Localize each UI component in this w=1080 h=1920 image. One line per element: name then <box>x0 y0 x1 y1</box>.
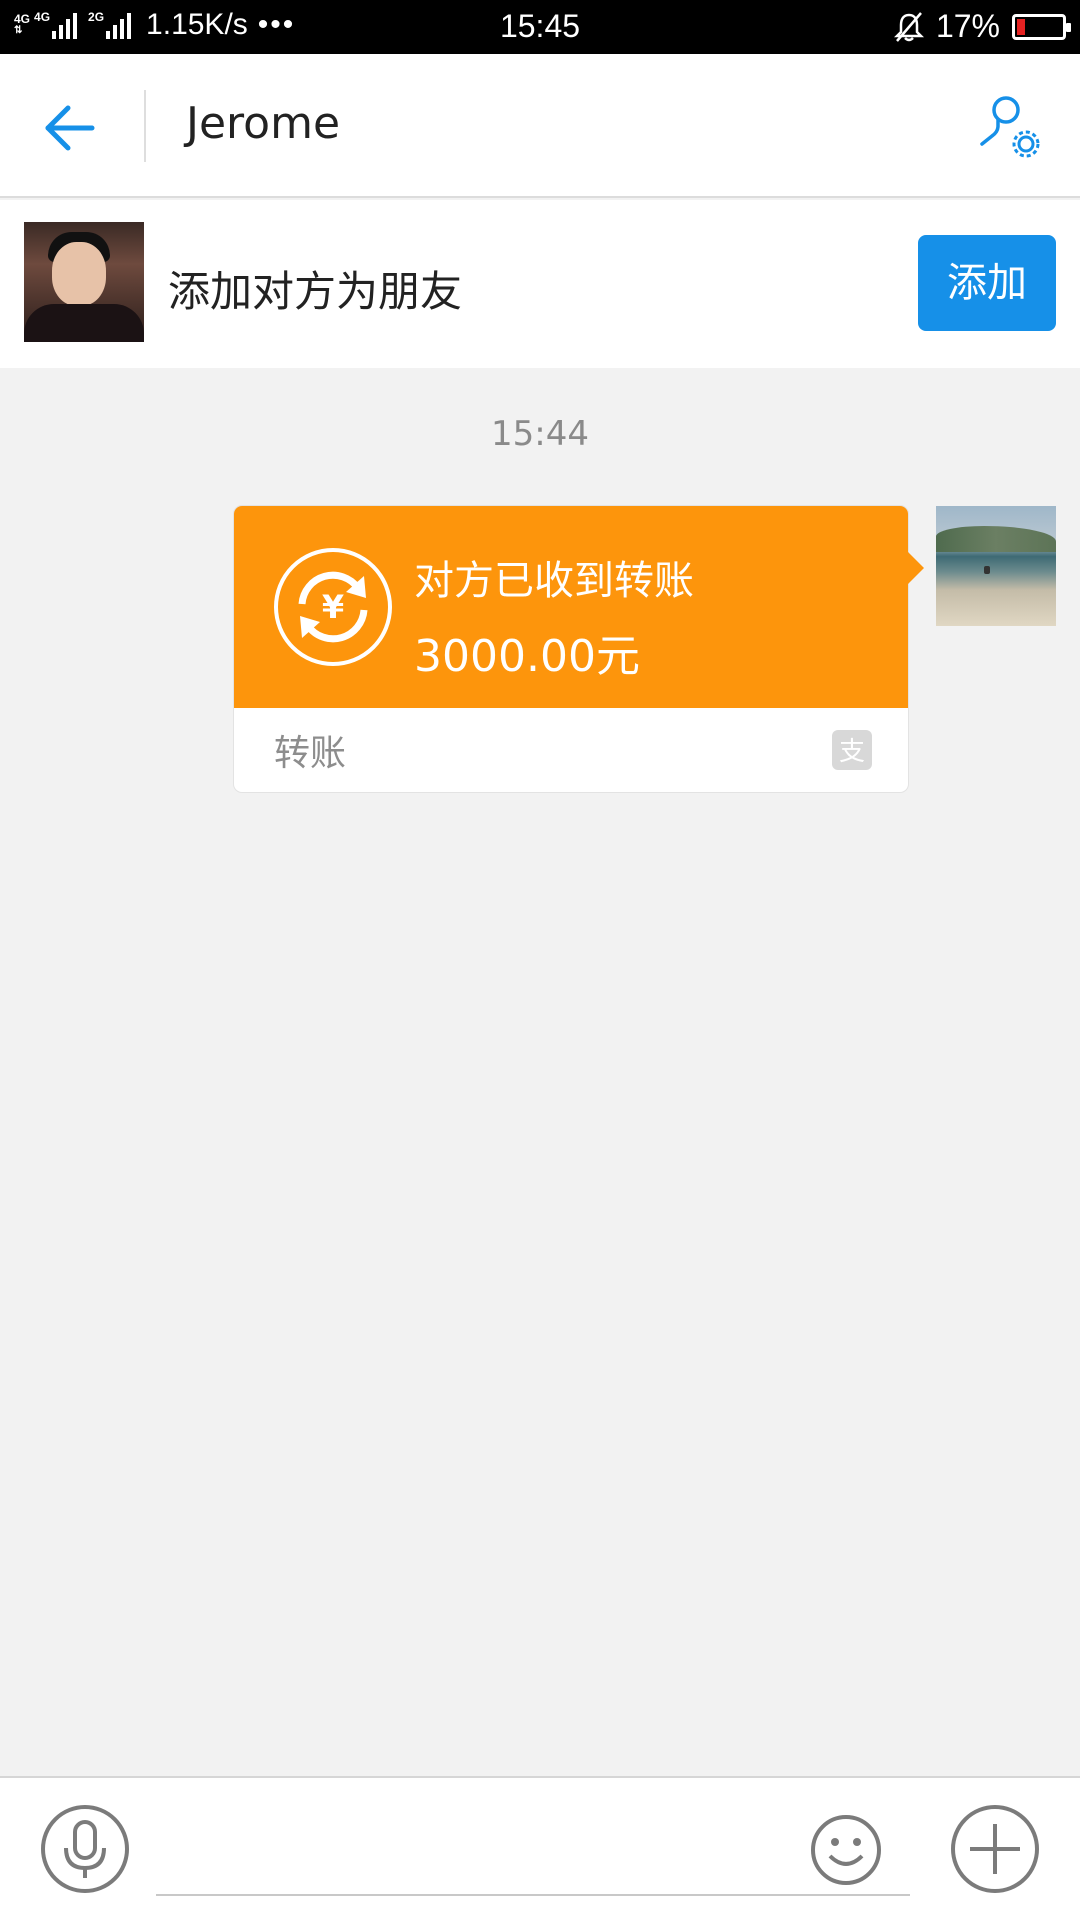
svg-text:¥: ¥ <box>322 588 344 626</box>
contact-settings-button[interactable] <box>976 92 1046 162</box>
message-input[interactable] <box>156 1798 910 1896</box>
chat-screen: 4G ⇅ 4G 2G 1.15K/s ••• 15:45 17% Jerome … <box>0 0 1080 1920</box>
transfer-yuan-icon: ¥ <box>274 548 392 666</box>
page-title: Jerome <box>186 98 341 149</box>
transfer-bubble-header: ¥ 对方已收到转账 3000.00元 <box>234 506 908 708</box>
status-right: 17% <box>893 8 1071 45</box>
my-avatar[interactable] <box>936 506 1056 626</box>
transfer-status: 对方已收到转账 <box>414 558 694 604</box>
transfer-label: 转账 <box>274 733 347 774</box>
transfer-message-bubble[interactable]: ¥ 对方已收到转账 3000.00元 转账 支 <box>234 506 924 792</box>
message-timestamp: 15:44 <box>491 414 589 454</box>
transfer-amount: 3000.00元 <box>414 631 640 682</box>
alarm-off-icon <box>893 11 924 42</box>
emoji-button[interactable] <box>810 1814 882 1886</box>
alipay-icon: 支 <box>832 730 872 770</box>
contact-settings-icon <box>980 96 1040 158</box>
back-button[interactable] <box>40 98 100 158</box>
voice-button[interactable] <box>40 1804 130 1894</box>
smiley-icon <box>811 1815 881 1885</box>
more-actions-button[interactable] <box>950 1804 1040 1894</box>
add-friend-text: 添加对方为朋友 <box>168 267 463 316</box>
svg-text:支: 支 <box>839 737 865 767</box>
arrow-left-icon <box>45 105 95 151</box>
header-divider <box>144 90 146 162</box>
input-bar <box>0 1776 1080 1920</box>
bubble-tail <box>908 552 924 584</box>
status-bar: 4G ⇅ 4G 2G 1.15K/s ••• 15:45 17% <box>0 0 1080 54</box>
contact-avatar[interactable] <box>24 222 144 342</box>
battery-percent: 17% <box>935 8 1000 44</box>
chat-header: Jerome <box>0 54 1080 198</box>
add-friend-button[interactable]: 添加 <box>918 235 1056 331</box>
plus-icon <box>951 1805 1039 1893</box>
add-friend-banner: 添加对方为朋友 添加 <box>0 200 1080 368</box>
microphone-icon <box>41 1805 129 1893</box>
battery-low-icon <box>1012 13 1071 40</box>
